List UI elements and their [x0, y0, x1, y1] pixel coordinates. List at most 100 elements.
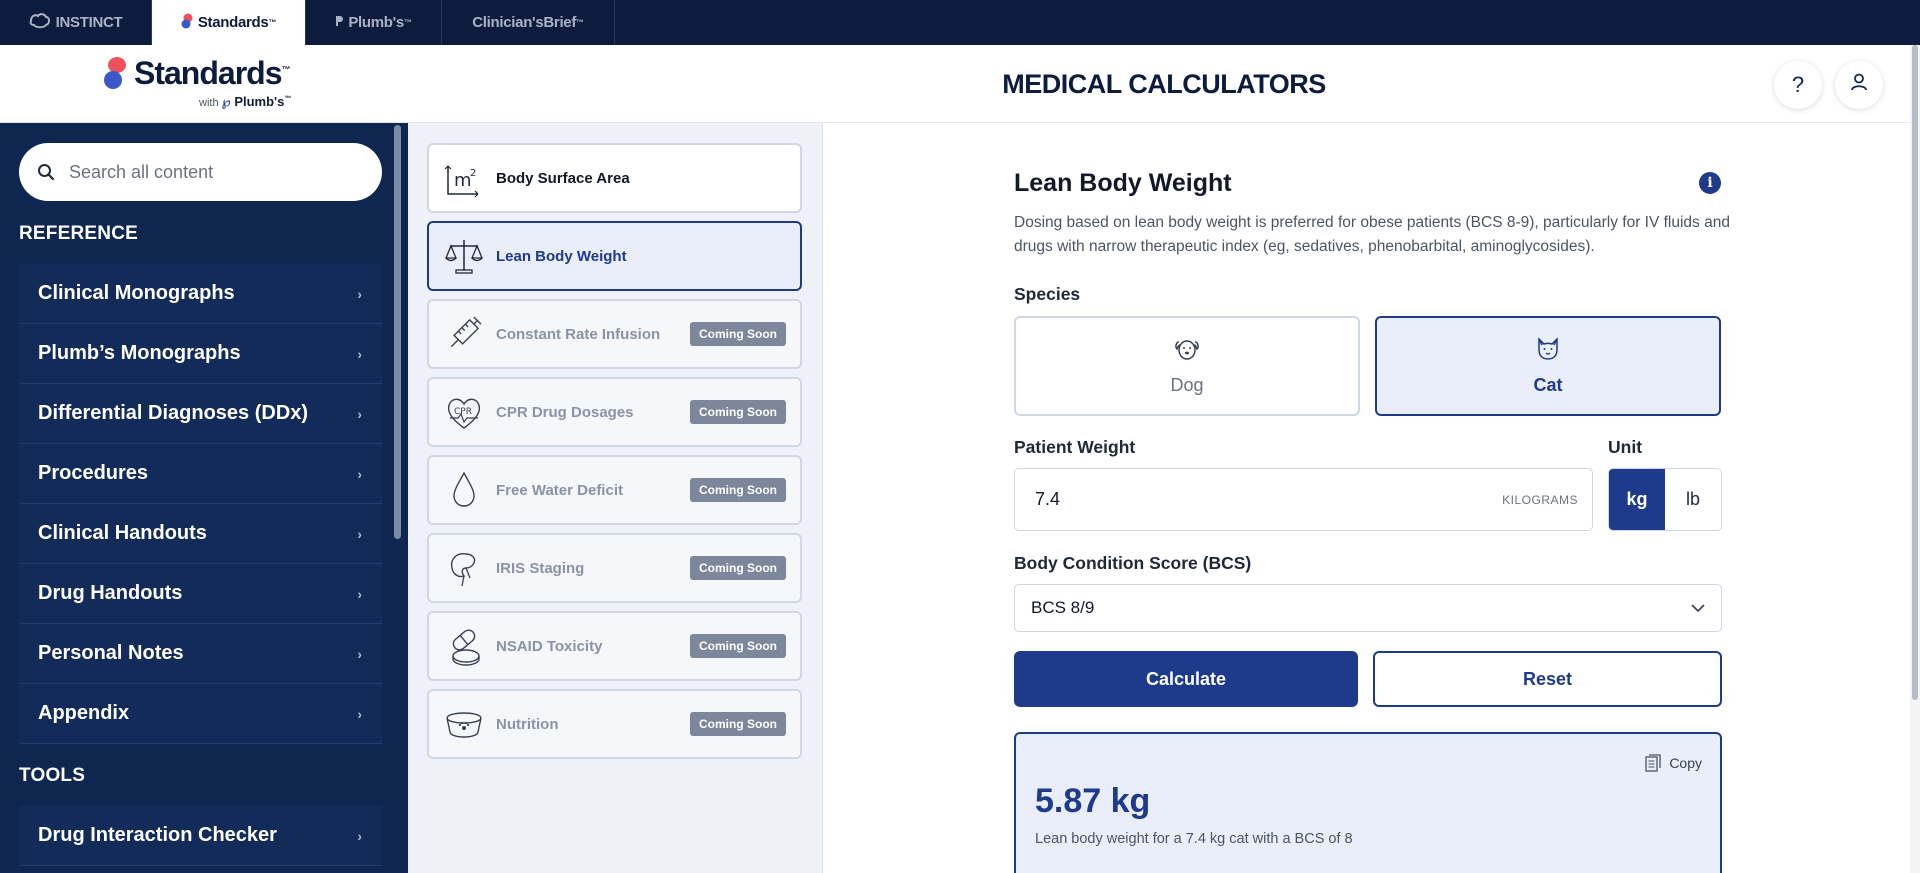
calc-item-iris-staging[interactable]: IRIS Staging Coming Soon: [427, 533, 802, 603]
bcs-selected-value: BCS 8/9: [1031, 598, 1095, 617]
sidebar-item-appendix[interactable]: Appendix ›: [19, 684, 382, 744]
logo-text: Standards™: [134, 55, 290, 91]
cat-face-icon: [1535, 336, 1561, 367]
calc-item-body-surface-area[interactable]: m2 Body Surface Area: [427, 143, 802, 213]
calc-label: CPR Drug Dosages: [496, 403, 634, 421]
user-account-button[interactable]: [1835, 61, 1883, 109]
chevron-down-icon: [1691, 598, 1705, 618]
unit-lb-button[interactable]: lb: [1665, 469, 1721, 530]
reference-heading: REFERENCE: [19, 223, 138, 244]
species-dog-option[interactable]: Dog: [1014, 316, 1360, 416]
coming-soon-badge: Coming Soon: [690, 556, 786, 580]
result-value: 5.87 kg: [1035, 782, 1151, 820]
sidebar-item-label: Drug Interaction Checker: [38, 824, 277, 846]
sidebar-item-procedures[interactable]: Procedures ›: [19, 444, 382, 504]
tools-heading: TOOLS: [19, 765, 86, 786]
standards-logo[interactable]: Standards™: [104, 55, 290, 92]
search-box[interactable]: [19, 143, 382, 201]
calc-item-lean-body-weight[interactable]: Lean Body Weight: [427, 221, 802, 291]
cpr-heart-icon: CPR: [444, 392, 484, 432]
weight-unit-text: KILOGRAMS: [1502, 492, 1578, 507]
sidebar-item-label: Clinical Handouts: [38, 522, 207, 544]
chevron-right-icon: ›: [357, 285, 362, 302]
tab-standards-tm: ™: [268, 18, 277, 27]
plumbs-logo-icon: [335, 14, 344, 31]
bcs-select[interactable]: BCS 8/9: [1014, 584, 1722, 632]
sidebar-item-personal-notes[interactable]: Personal Notes ›: [19, 624, 382, 684]
patient-weight-input[interactable]: 7.4 KILOGRAMS: [1014, 468, 1593, 531]
svg-text:CPR: CPR: [454, 407, 472, 417]
sidebar-item-label: Personal Notes: [38, 642, 184, 664]
tab-instinct[interactable]: INSTINCT: [0, 0, 152, 45]
coming-soon-badge: Coming Soon: [690, 634, 786, 658]
calc-label: NSAID Toxicity: [496, 637, 603, 655]
calc-item-constant-rate-infusion[interactable]: Constant Rate Infusion Coming Soon: [427, 299, 802, 369]
species-label: Species: [1014, 284, 1081, 304]
calc-item-nsaid-toxicity[interactable]: NSAID Toxicity Coming Soon: [427, 611, 802, 681]
user-icon: [1849, 72, 1869, 98]
coming-soon-badge: Coming Soon: [690, 322, 786, 346]
sidebar-item-label: Appendix: [38, 702, 130, 724]
sidebar-item-clinical-monographs[interactable]: Clinical Monographs ›: [19, 264, 382, 324]
copy-button[interactable]: Copy: [1645, 754, 1702, 772]
chevron-right-icon: ›: [357, 405, 362, 422]
chevron-right-icon: ›: [357, 827, 362, 844]
water-drop-icon: [444, 470, 484, 510]
coming-soon-badge: Coming Soon: [690, 400, 786, 424]
sidebar-item-label: Clinical Monographs: [38, 282, 235, 304]
calculator-description: Dosing based on lean body weight is pref…: [1014, 214, 1730, 255]
copy-icon: [1645, 754, 1661, 772]
m2-icon: m2: [444, 158, 484, 198]
syringe-icon: [444, 314, 484, 354]
kidney-icon: [444, 548, 484, 588]
unit-label: Unit: [1608, 437, 1643, 457]
sidebar-item-drug-handouts[interactable]: Drug Handouts ›: [19, 564, 382, 624]
coming-soon-badge: Coming Soon: [690, 478, 786, 502]
patient-weight-label: Patient Weight: [1014, 437, 1136, 457]
top-nav: INSTINCT Standards ™ Plumb's ™ Clinician's…: [0, 0, 1920, 45]
page-scrollbar-thumb[interactable]: [1912, 45, 1918, 700]
sidebar-item-plumbs-monographs[interactable]: Plumb’s Monographs ›: [19, 324, 382, 384]
sidebar-item-differential-diagnoses[interactable]: Differential Diagnoses (DDx) ›: [19, 384, 382, 444]
calc-item-cpr-drug-dosages[interactable]: CPR CPR Drug Dosages Coming Soon: [427, 377, 802, 447]
unit-kg-button[interactable]: kg: [1609, 469, 1665, 530]
calc-label: Lean Body Weight: [496, 247, 627, 265]
question-icon: ?: [1791, 72, 1805, 97]
tab-plumbs-tm: ™: [403, 18, 412, 27]
species-cat-option[interactable]: Cat: [1375, 316, 1721, 416]
logo-with-plumbs: with ℘ Plumb's™: [199, 94, 292, 109]
page-header: MEDICAL CALCULATORS ?: [408, 45, 1920, 123]
search-input[interactable]: [69, 161, 359, 183]
logo-area: Standards™ with ℘ Plumb's™: [0, 45, 408, 123]
page-scrollbar[interactable]: [1910, 45, 1920, 873]
help-button[interactable]: ?: [1774, 61, 1822, 109]
tab-standards[interactable]: Standards ™: [152, 0, 306, 45]
info-icon[interactable]: i: [1699, 172, 1721, 194]
reference-nav: Clinical Monographs › Plumb’s Monographs ›…: [19, 264, 382, 744]
calculate-button[interactable]: Calculate: [1014, 651, 1358, 707]
species-dog-label: Dog: [1170, 375, 1204, 395]
sidebar-item-drug-interaction-checker[interactable]: Drug Interaction Checker ›: [19, 806, 382, 866]
tab-clinicians-brief[interactable]: Clinician'sBrief ™: [442, 0, 615, 45]
calc-label: Nutrition: [496, 715, 559, 733]
calc-item-free-water-deficit[interactable]: Free Water Deficit Coming Soon: [427, 455, 802, 525]
dog-face-icon: [1174, 336, 1200, 367]
calc-label: Body Surface Area: [496, 169, 630, 187]
calc-item-nutrition[interactable]: Nutrition Coming Soon: [427, 689, 802, 759]
sidebar-item-clinical-handouts[interactable]: Clinical Handouts ›: [19, 504, 382, 564]
reset-button[interactable]: Reset: [1373, 651, 1722, 707]
tab-plumbs[interactable]: Plumb's ™: [306, 0, 442, 45]
result-panel: Copy 5.87 kg Lean body weight for a 7.4 …: [1014, 732, 1722, 873]
tools-nav: Drug Interaction Checker ›: [19, 806, 382, 866]
sidebar-item-label: Plumb’s Monographs: [38, 342, 241, 364]
calculator-title: Lean Body Weight: [1014, 169, 1232, 197]
sidebar-item-label: Drug Handouts: [38, 582, 183, 604]
chevron-right-icon: ›: [357, 345, 362, 362]
instinct-logo-icon: [29, 12, 51, 33]
tab-clinicians-brief-tm: ™: [576, 18, 584, 27]
chevron-right-icon: ›: [357, 645, 362, 662]
bcs-label: Body Condition Score (BCS): [1014, 553, 1252, 573]
sidebar: Standards™ with ℘ Plumb's™ REFERENCE Cli…: [0, 45, 408, 873]
tab-plumbs-label: Plumb's: [348, 14, 404, 31]
sidebar-scrollbar[interactable]: [394, 125, 401, 539]
